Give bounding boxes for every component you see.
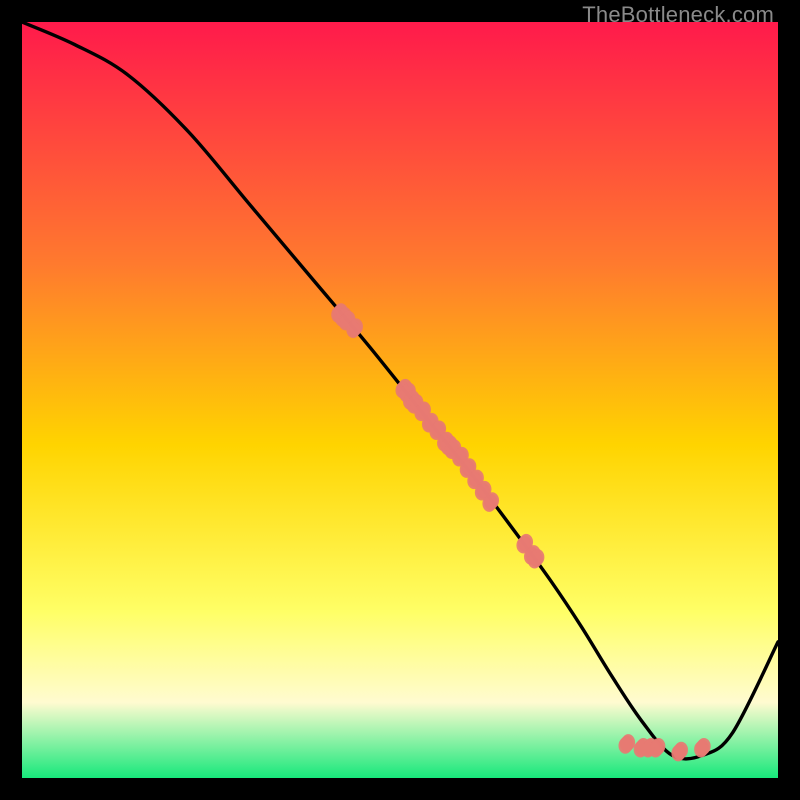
chart-frame bbox=[22, 22, 778, 778]
gradient-background bbox=[22, 22, 778, 778]
bottleneck-chart bbox=[22, 22, 778, 778]
data-marker bbox=[619, 737, 633, 753]
data-marker bbox=[671, 745, 685, 761]
data-marker bbox=[649, 741, 663, 757]
data-marker bbox=[346, 322, 360, 338]
data-marker bbox=[528, 552, 542, 568]
watermark-label: TheBottleneck.com bbox=[582, 2, 774, 28]
data-marker bbox=[694, 741, 708, 757]
data-marker bbox=[482, 495, 496, 511]
